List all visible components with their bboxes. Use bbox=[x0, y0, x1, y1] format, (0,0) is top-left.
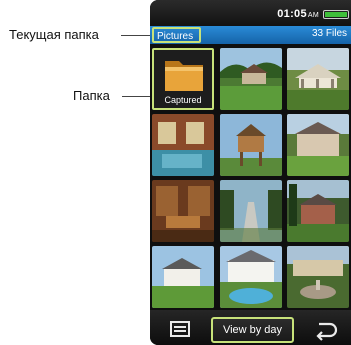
photo-thumbnail[interactable] bbox=[152, 246, 214, 308]
menu-button[interactable] bbox=[160, 317, 200, 341]
clock-ampm: AM bbox=[307, 12, 319, 19]
back-button[interactable] bbox=[306, 318, 344, 342]
view-by-day-button[interactable]: View by day bbox=[211, 317, 294, 343]
callout-line-current-folder bbox=[121, 35, 152, 36]
thumbnail-grid: Captured bbox=[150, 46, 351, 310]
photo-thumbnail[interactable] bbox=[287, 114, 349, 176]
phone-screen: 01:05AM Pictures 33 Files Captured View … bbox=[150, 0, 351, 345]
photo-thumbnail[interactable] bbox=[220, 48, 282, 110]
photo-thumbnail[interactable] bbox=[287, 180, 349, 242]
photo-thumbnail[interactable] bbox=[152, 114, 214, 176]
clock: 01:05AM bbox=[277, 8, 319, 20]
folder-captured[interactable]: Captured bbox=[152, 48, 214, 110]
photo-thumbnail[interactable] bbox=[152, 180, 214, 242]
callout-folder: Папка bbox=[73, 88, 110, 103]
current-folder-name[interactable]: Pictures bbox=[152, 27, 202, 43]
photo-thumbnail[interactable] bbox=[220, 246, 282, 308]
folder-icon bbox=[165, 61, 203, 91]
photo-thumbnail[interactable] bbox=[220, 180, 282, 242]
menu-icon bbox=[170, 321, 190, 337]
folder-label: Captured bbox=[164, 95, 202, 105]
status-bar: 01:05AM bbox=[150, 0, 351, 26]
callout-line-folder bbox=[122, 96, 152, 97]
battery-icon bbox=[323, 10, 349, 19]
clock-time: 01:05 bbox=[277, 8, 307, 20]
back-arrow-icon bbox=[316, 322, 338, 341]
photo-thumbnail[interactable] bbox=[287, 246, 349, 308]
callout-current-folder: Текущая папка bbox=[9, 27, 99, 42]
photo-thumbnail[interactable] bbox=[287, 48, 349, 110]
photo-thumbnail[interactable] bbox=[220, 114, 282, 176]
bottom-bar: View by day bbox=[150, 310, 351, 345]
title-bar: Pictures 33 Files bbox=[150, 26, 351, 44]
file-count: 33 Files bbox=[311, 28, 347, 39]
